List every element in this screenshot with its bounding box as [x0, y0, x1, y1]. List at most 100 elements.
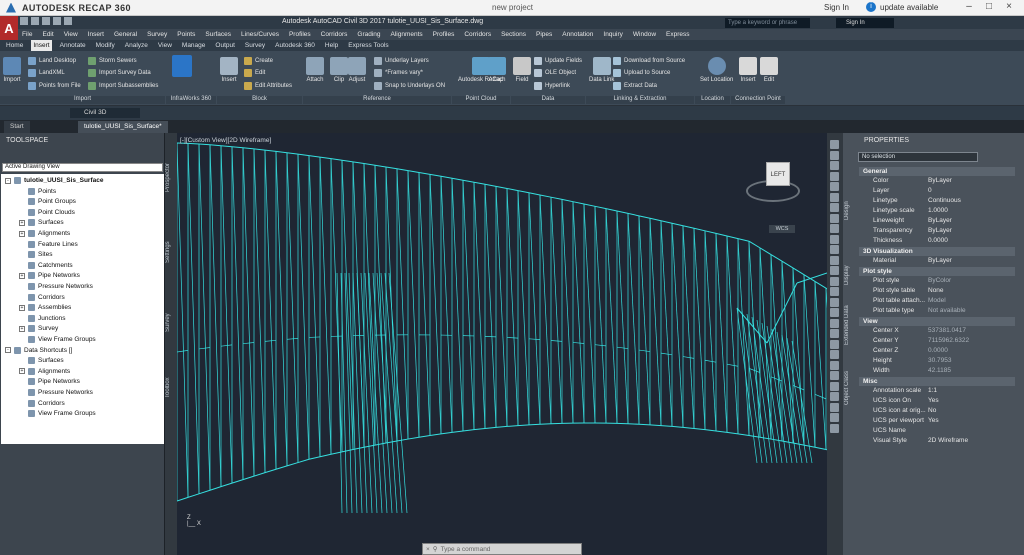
application-menu-button[interactable]: A	[0, 16, 18, 42]
import-button[interactable]: Import	[3, 57, 21, 83]
viewcube[interactable]: LEFT	[766, 162, 790, 186]
pointcloud-attach-button[interactable]: Attach	[488, 57, 506, 83]
property-row[interactable]: Thickness 0.0000	[859, 237, 1015, 247]
ribbon-tab-autodesk-360[interactable]: Autodesk 360	[273, 40, 317, 51]
menu-corridors[interactable]: Corridors	[464, 31, 491, 38]
wcs-menu[interactable]: WCS	[769, 225, 795, 233]
tree-item[interactable]: Point Clouds	[19, 208, 75, 216]
property-row[interactable]: Annotation scale 1:1	[859, 387, 1015, 397]
close-icon[interactable]: ×	[1002, 1, 1016, 13]
nav-tool-icon[interactable]	[830, 413, 839, 422]
ribbon-tab-view[interactable]: View	[156, 40, 174, 51]
nav-tool-icon[interactable]	[830, 276, 839, 286]
property-row[interactable]: Lineweight ByLayer	[859, 217, 1015, 227]
maximize-icon[interactable]: □	[982, 1, 996, 13]
insert-block-button[interactable]: Insert	[220, 57, 238, 83]
ribbon-item[interactable]: Update Fields	[534, 57, 582, 65]
ribbon-tab-modify[interactable]: Modify	[94, 40, 117, 51]
tree-item[interactable]: Catchments	[19, 261, 73, 269]
property-group-general[interactable]: General	[859, 167, 1015, 176]
property-group-misc[interactable]: Misc	[859, 377, 1015, 386]
nav-tool-icon[interactable]	[830, 192, 839, 202]
menu-edit[interactable]: Edit	[42, 31, 53, 38]
field-button[interactable]: Field	[513, 57, 531, 83]
minimize-icon[interactable]: –	[962, 1, 976, 13]
open-icon[interactable]	[31, 17, 39, 25]
nav-tool-icon[interactable]	[830, 150, 839, 160]
property-row[interactable]: Color ByLayer	[859, 177, 1015, 187]
property-row[interactable]: Plot style table None	[859, 287, 1015, 297]
update-available-button[interactable]: i update available	[866, 2, 938, 12]
ribbon-item[interactable]: Points from File	[28, 82, 81, 90]
nav-tool-icon[interactable]	[830, 371, 839, 380]
ribbon-item[interactable]: Storm Sewers	[88, 57, 137, 65]
nav-tool-icon[interactable]	[830, 329, 839, 338]
collapse-icon[interactable]: -	[5, 347, 11, 354]
workspace-dropdown[interactable]: Civil 3D	[70, 108, 140, 118]
menu-insert[interactable]: Insert	[88, 31, 104, 38]
infraworks-button[interactable]	[172, 55, 192, 79]
menu-grading[interactable]: Grading	[357, 31, 380, 38]
property-group-plot-style[interactable]: Plot style	[859, 267, 1015, 276]
nav-tool-icon[interactable]	[830, 402, 839, 412]
expand-icon[interactable]: +	[19, 230, 25, 237]
ribbon-item[interactable]: Underlay Layers	[374, 57, 429, 65]
menu-view[interactable]: View	[64, 31, 78, 38]
ribbon-tab-analyze[interactable]: Analyze	[123, 40, 150, 51]
nav-tool-icon[interactable]	[830, 297, 839, 307]
close-icon[interactable]: ×	[426, 546, 430, 553]
nav-tool-icon[interactable]	[830, 339, 839, 349]
ribbon-tab-survey[interactable]: Survey	[243, 40, 267, 51]
menu-profiles[interactable]: Profiles	[433, 31, 455, 38]
search-input[interactable]: Type a keyword or phrase	[725, 18, 810, 28]
property-row[interactable]: UCS icon On Yes	[859, 397, 1015, 407]
expand-icon[interactable]: +	[19, 219, 25, 226]
menu-corridors[interactable]: Corridors	[321, 31, 348, 38]
properties-tab-extended-data[interactable]: Extended Data	[844, 290, 858, 345]
side-tab-survey[interactable]: Survey	[165, 295, 177, 350]
menu-inquiry[interactable]: Inquiry	[603, 31, 623, 38]
adjust-button[interactable]: Adjust	[348, 57, 366, 83]
nav-tool-icon[interactable]	[830, 423, 839, 433]
ribbon-item[interactable]: Extract Data	[613, 82, 657, 90]
property-row[interactable]: Center Y 7115962.6322	[859, 337, 1015, 347]
property-row[interactable]: Center X 537381.0417	[859, 327, 1015, 337]
collapse-icon[interactable]: -	[5, 177, 11, 184]
property-row[interactable]: Material ByLayer	[859, 257, 1015, 267]
properties-tab-design[interactable]: Design	[844, 165, 858, 220]
ribbon-item[interactable]: Create	[244, 57, 273, 65]
viewport-label[interactable]: [-][Custom View][2D Wireframe]	[180, 137, 271, 144]
nav-tool-icon[interactable]	[830, 360, 839, 370]
tree-item[interactable]: Pressure Networks	[19, 389, 93, 396]
property-row[interactable]: Plot table attach... Model	[859, 297, 1015, 307]
ribbon-item[interactable]: Edit Attributes	[244, 82, 292, 90]
menu-pipes[interactable]: Pipes	[536, 31, 552, 38]
tree-item[interactable]: Sites	[19, 251, 52, 259]
ribbon-item[interactable]: Download from Source	[613, 57, 685, 65]
new-icon[interactable]	[20, 17, 28, 25]
tree-item[interactable]: - Data Shortcuts []	[5, 346, 72, 354]
selection-dropdown[interactable]: No selection	[858, 152, 978, 162]
expand-icon[interactable]: +	[19, 368, 25, 375]
side-tab-prospector[interactable]: Prospector	[165, 150, 177, 205]
connection-edit-button[interactable]: Edit	[760, 57, 778, 83]
property-row[interactable]: Transparency ByLayer	[859, 227, 1015, 237]
property-row[interactable]: Visual Style 2D Wireframe	[859, 437, 1015, 447]
nav-tool-icon[interactable]	[830, 266, 839, 275]
ribbon-item[interactable]: Edit	[244, 69, 265, 77]
nav-tool-icon[interactable]	[830, 255, 839, 265]
ribbon-item[interactable]: Land Desktop	[28, 57, 76, 65]
ribbon-item[interactable]: Hyperlink	[534, 82, 570, 90]
ribbon-item[interactable]: *Frames vary*	[374, 69, 423, 77]
ribbon-tab-home[interactable]: Home	[4, 40, 25, 51]
property-group-3d-visualization[interactable]: 3D Visualization	[859, 247, 1015, 256]
tab-drawing[interactable]: tulotie_UUSI_Sis_Surface*	[78, 121, 168, 133]
menu-alignments[interactable]: Alignments	[391, 31, 423, 38]
attach-button[interactable]: Attach	[306, 57, 324, 83]
nav-tool-icon[interactable]	[830, 224, 839, 233]
nav-tool-icon[interactable]	[830, 140, 839, 149]
menu-general[interactable]: General	[114, 31, 137, 38]
connection-insert-button[interactable]: Insert	[739, 57, 757, 83]
property-row[interactable]: UCS icon at orig... No	[859, 407, 1015, 417]
property-row[interactable]: Layer 0	[859, 187, 1015, 197]
